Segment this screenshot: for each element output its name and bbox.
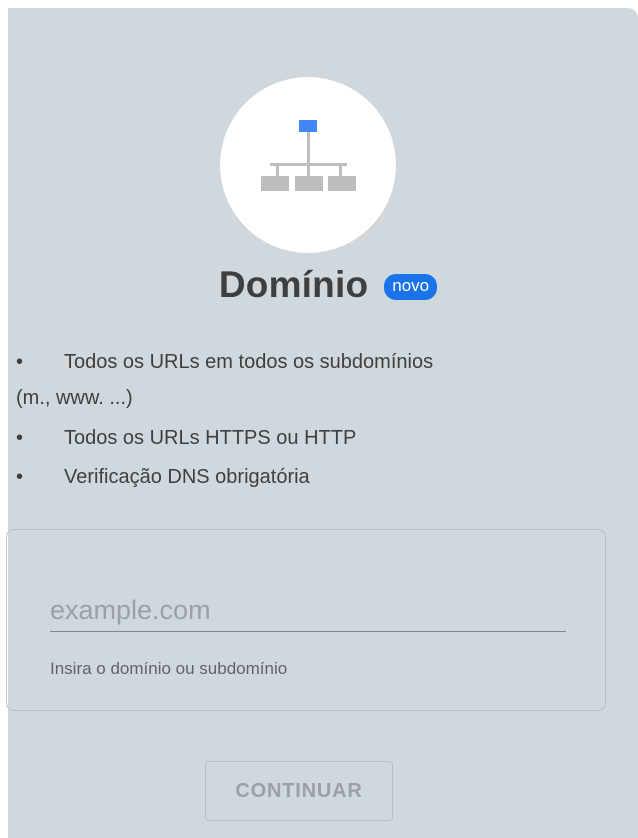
icon-circle — [220, 77, 396, 253]
domain-input[interactable] — [50, 589, 566, 632]
domain-property-card: Domínio novo • Todos os URLs em todos os… — [6, 8, 638, 838]
new-badge: novo — [384, 274, 438, 300]
feature-text: Todos os URLs HTTPS ou HTTP — [64, 427, 357, 449]
property-title: Domínio — [218, 264, 369, 305]
domain-input-helper: Insira o domínio ou subdomínio — [50, 659, 288, 678]
bullet: • — [16, 351, 24, 373]
feature-text: Verificação DNS obrigatória — [64, 466, 310, 488]
sitemap-icon — [261, 120, 356, 191]
bullet: • — [16, 427, 24, 449]
continue-button[interactable]: CONTINUAR — [205, 761, 393, 821]
title-row: Domínio novo — [8, 260, 638, 310]
bullet: • — [16, 466, 24, 488]
feature-continuation: (m., www. ...) — [16, 387, 133, 409]
feature-text: Todos os URLs em todos os subdomínios — [64, 351, 434, 373]
